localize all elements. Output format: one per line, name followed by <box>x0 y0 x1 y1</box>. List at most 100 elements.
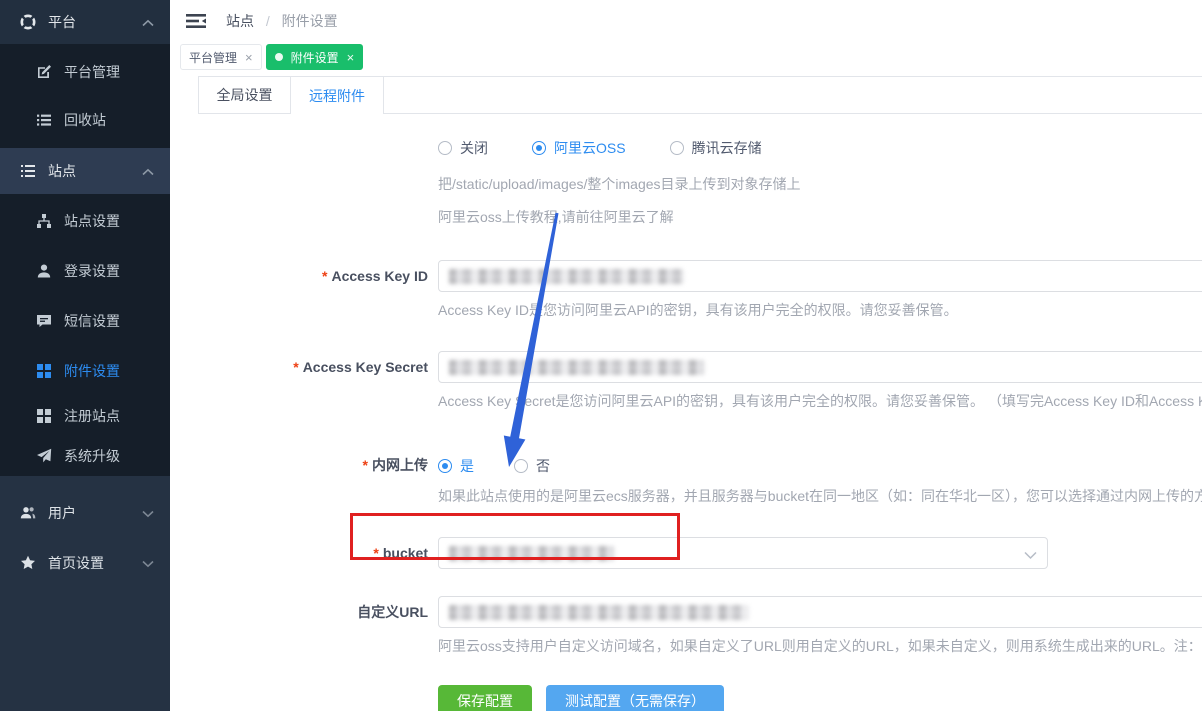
radio-no[interactable]: 否 <box>514 456 550 476</box>
sidebar-item-label: 登录设置 <box>64 261 120 281</box>
sidebar-item-sms-settings[interactable]: 短信设置 <box>0 296 170 346</box>
sitemap-icon <box>36 213 52 229</box>
sidebar-section-label: 首页设置 <box>48 553 104 573</box>
breadcrumb-site[interactable]: 站点 <box>226 13 254 29</box>
oss-tutorial-tip: 阿里云oss上传教程,请前往阿里云了解 <box>438 207 1202 227</box>
custom-url-input[interactable] <box>438 596 1202 628</box>
bucket-label: *bucket <box>170 537 428 569</box>
sidebar-item-label: 回收站 <box>64 110 106 130</box>
chevron-up-icon <box>142 163 154 179</box>
radio-label: 否 <box>536 456 550 476</box>
required-marker: * <box>293 359 298 375</box>
sidebar-section-site[interactable]: 站点 <box>0 148 170 194</box>
menu-list-icon <box>20 163 36 179</box>
sidebar-item-site-settings[interactable]: 站点设置 <box>0 196 170 246</box>
tag-label: 附件设置 <box>291 49 339 66</box>
breadcrumb-attachment-settings: 附件设置 <box>282 13 338 29</box>
paper-plane-icon <box>36 448 52 464</box>
list-icon <box>36 112 52 128</box>
radio-label: 是 <box>460 456 474 476</box>
custom-url-label: 自定义URL <box>170 596 428 628</box>
person-icon <box>36 263 52 279</box>
custom-url-help: 阿里云oss支持用户自定义访问域名，如果自定义了URL则用自定义的URL，如果未… <box>438 636 1202 656</box>
sidebar-item-login-settings[interactable]: 登录设置 <box>0 246 170 296</box>
sidebar-section-label: 平台 <box>48 12 76 32</box>
active-dot-icon <box>275 53 283 61</box>
tab-label: 全局设置 <box>217 85 273 105</box>
radio-close[interactable]: 关闭 <box>438 138 488 158</box>
upload-path-tip: 把/static/upload/images/整个images目录上传到对象存储… <box>438 174 1202 194</box>
radio-label: 关闭 <box>460 138 488 158</box>
sidebar-section-homepage-settings[interactable]: 首页设置 <box>0 538 170 588</box>
sidebar-bottom: 用户 首页设置 <box>0 488 170 588</box>
sidebar-item-label: 注册站点 <box>64 406 120 426</box>
sidebar-submenu-site: 站点设置 登录设置 短信设置 附件设置 注册站点 <box>0 194 170 476</box>
tab-global-settings[interactable]: 全局设置 <box>198 77 291 114</box>
grid-icon <box>36 408 52 424</box>
sidebar-section-label: 用户 <box>48 503 76 523</box>
sidebar-section-platform[interactable]: 平台 <box>0 0 170 44</box>
storage-type-radio-group: 关闭 阿里云OSS 腾讯云存储 <box>438 138 806 158</box>
sidebar-item-register-site[interactable]: 注册站点 <box>0 396 170 436</box>
chevron-down-icon <box>142 505 154 521</box>
tag-attachment-settings[interactable]: 附件设置 × <box>266 44 364 70</box>
sidebar-item-system-upgrade[interactable]: 系统升级 <box>0 436 170 476</box>
star-icon <box>20 555 36 571</box>
radio-label: 阿里云OSS <box>554 138 626 158</box>
intranet-upload-radio-group: 是 否 <box>438 456 594 476</box>
masked-value <box>449 269 684 284</box>
access-key-id-help: Access Key ID是您访问阿里云API的密钥，具有该用户完全的权限。请您… <box>438 300 1202 320</box>
sidebar-section-label: 站点 <box>48 161 76 181</box>
sidebar-item-attachment-settings[interactable]: 附件设置 <box>0 346 170 396</box>
masked-value <box>449 546 614 561</box>
chevron-down-icon <box>142 555 154 571</box>
main-content: 站点 / 附件设置 平台管理 × 附件设置 × 全局设置 远程附件 关闭 阿里云… <box>170 0 1202 711</box>
radio-aliyun-oss[interactable]: 阿里云OSS <box>532 138 626 158</box>
close-icon[interactable]: × <box>347 50 355 65</box>
intranet-upload-label: *内网上传 <box>170 456 428 476</box>
radio-circle-icon <box>438 459 452 473</box>
aperture-icon <box>20 14 36 30</box>
tab-bar-filler <box>384 77 1202 114</box>
intranet-upload-help: 如果此站点使用的是阿里云ecs服务器，并且服务器与bucket在同一地区（如：同… <box>438 486 1202 506</box>
access-key-secret-label: *Access Key Secret <box>170 351 428 383</box>
edit-icon <box>36 64 52 80</box>
access-key-id-label: *Access Key ID <box>170 260 428 292</box>
sidebar-submenu-platform: 平台管理 回收站 <box>0 44 170 148</box>
breadcrumb-separator: / <box>266 13 270 29</box>
test-config-button[interactable]: 测试配置（无需保存） <box>546 685 724 711</box>
chevron-up-icon <box>142 14 154 30</box>
settings-tabs: 全局设置 远程附件 <box>198 76 1202 114</box>
save-config-button[interactable]: 保存配置 <box>438 685 532 711</box>
sidebar-item-label: 短信设置 <box>64 311 120 331</box>
required-marker: * <box>363 457 368 473</box>
sidebar-item-recycle-bin[interactable]: 回收站 <box>0 96 170 144</box>
sidebar-item-label: 站点设置 <box>64 211 120 231</box>
radio-circle-icon <box>514 459 528 473</box>
tag-platform-manage[interactable]: 平台管理 × <box>180 44 262 70</box>
tab-label: 远程附件 <box>309 86 365 106</box>
breadcrumb: 站点 / 附件设置 <box>226 11 338 31</box>
grid-icon <box>36 363 52 379</box>
message-icon <box>36 313 52 329</box>
radio-tencent-cloud[interactable]: 腾讯云存储 <box>670 138 762 158</box>
menu-fold-icon[interactable] <box>186 13 206 29</box>
close-icon[interactable]: × <box>245 50 253 65</box>
radio-circle-icon <box>438 141 452 155</box>
sidebar-item-label: 附件设置 <box>64 361 120 381</box>
radio-yes[interactable]: 是 <box>438 456 474 476</box>
tag-label: 平台管理 <box>189 49 237 66</box>
masked-value <box>449 360 704 375</box>
access-key-secret-help: Access Key Secret是您访问阿里云API的密钥，具有该用户完全的权… <box>438 391 1202 411</box>
sidebar: 平台 平台管理 回收站 站点 站点设置 <box>0 0 170 711</box>
access-key-secret-input[interactable] <box>438 351 1202 383</box>
sidebar-section-users[interactable]: 用户 <box>0 488 170 538</box>
sidebar-item-label: 系统升级 <box>64 446 120 466</box>
bucket-select[interactable] <box>438 537 1048 569</box>
radio-circle-icon <box>532 141 546 155</box>
chevron-down-icon <box>1024 547 1037 563</box>
users-icon <box>20 505 36 521</box>
access-key-id-input[interactable] <box>438 260 1202 292</box>
tab-remote-attachment[interactable]: 远程附件 <box>291 77 384 114</box>
sidebar-item-platform-manage[interactable]: 平台管理 <box>0 48 170 96</box>
